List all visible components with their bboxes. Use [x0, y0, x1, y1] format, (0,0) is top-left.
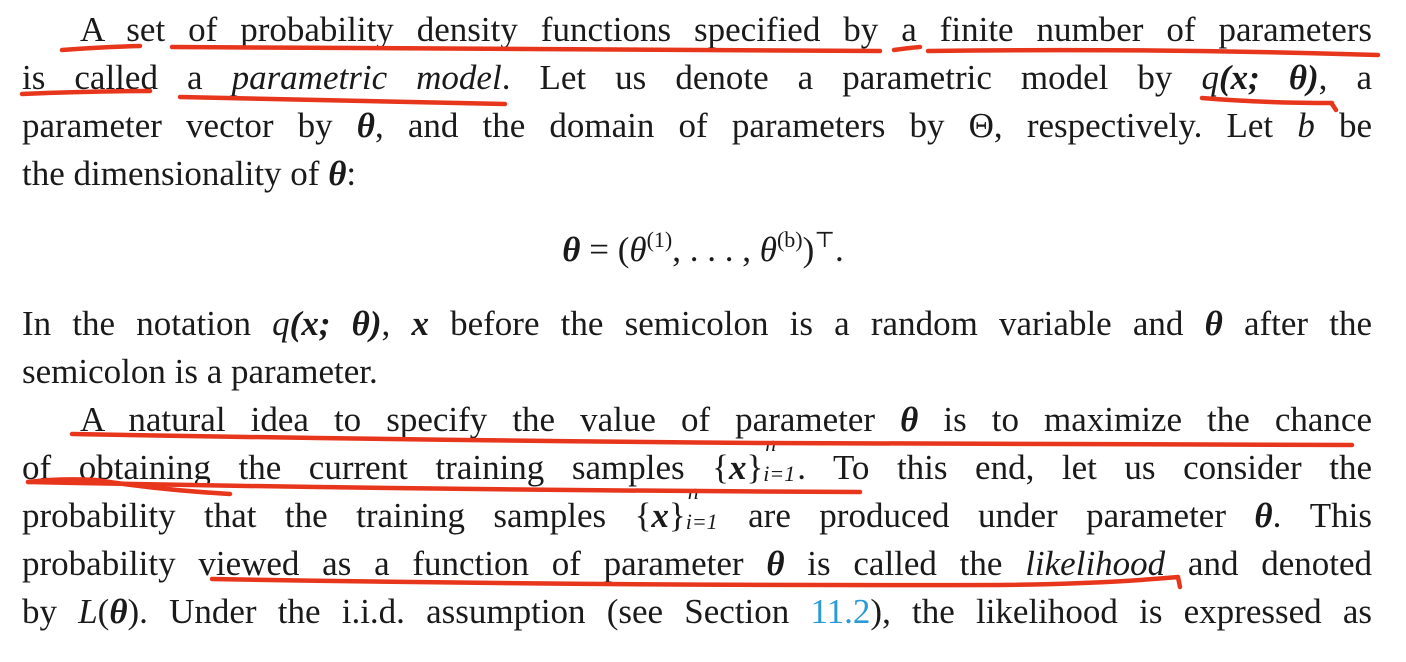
term-parametric-model: parametric model — [231, 58, 502, 97]
term-likelihood: likelihood — [1025, 544, 1166, 583]
p1-line-1: A set of probability density functions s… — [80, 6, 1372, 54]
p2-line-2: semicolon is a parameter. — [22, 352, 378, 391]
p2-line-1: In the notation q(x; θ), x before the se… — [22, 304, 1373, 343]
math-args: (x; θ) — [1218, 58, 1319, 97]
p1-line-4: the dimensionality of θ: — [22, 154, 357, 193]
p1-line-1-text: A set of probability density functions s… — [80, 10, 1372, 49]
p3-line-4: probability viewed as a function of para… — [22, 544, 1373, 583]
section-link[interactable]: 11.2 — [810, 592, 870, 631]
p3-line-5: by L(θ). Under the i.i.d. assumption (se… — [22, 592, 1372, 631]
p1-line-3: parameter vector by θ, and the domain of… — [22, 106, 1372, 145]
p1-line-2: is called a parametric model. Let us den… — [22, 58, 1372, 97]
p3-line-1: A natural idea to specify the value of p… — [80, 400, 1372, 439]
p3-line-3: probability that the training samples {x… — [22, 479, 1372, 536]
equation-theta: θ = (θ(1), . . . , θ(b))⊤. — [562, 227, 844, 270]
document-page: { "paragraph1": { "line1": ["A set of pr… — [0, 0, 1406, 662]
